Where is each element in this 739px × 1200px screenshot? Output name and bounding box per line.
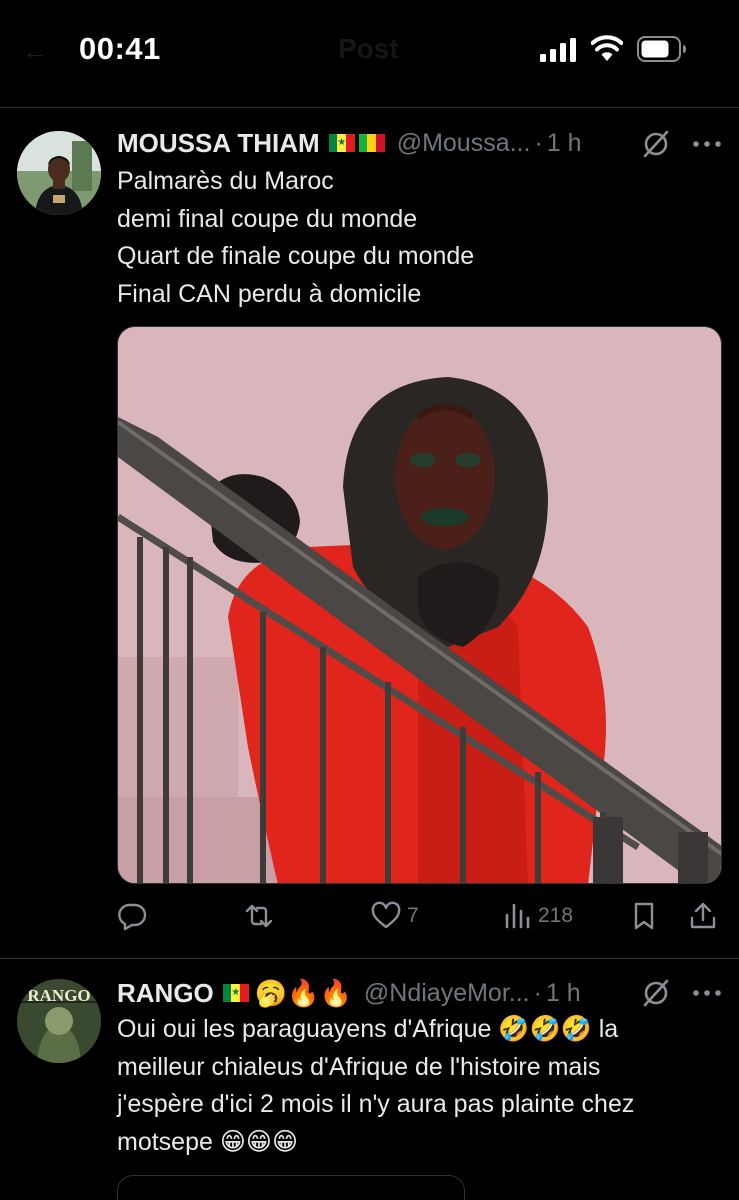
flags: ★ bbox=[222, 984, 249, 1002]
reply-button[interactable] bbox=[117, 893, 153, 939]
views-count: 218 bbox=[538, 904, 574, 927]
avatar[interactable]: RANGO bbox=[17, 979, 101, 1063]
name-emojis: 🥱🔥🔥 bbox=[254, 978, 352, 1008]
flags: ★ bbox=[328, 134, 385, 152]
views-icon bbox=[505, 903, 530, 929]
tweet-text-line: demi final coupe du monde bbox=[117, 204, 418, 233]
handle[interactable]: @NdiayeMor... bbox=[364, 979, 530, 1008]
tweet-text-line: Palmarès du Maroc bbox=[117, 167, 334, 195]
display-name[interactable]: RANGO bbox=[117, 978, 214, 1009]
like-button[interactable]: 7 bbox=[371, 893, 419, 939]
tweet-1[interactable]: MOUSSA THIAM ★ @Moussa... · 1 h Palmarès… bbox=[0, 0, 739, 958]
media-card-preview[interactable] bbox=[117, 1175, 465, 1200]
more-icon[interactable] bbox=[692, 988, 722, 998]
avatar-label: RANGO bbox=[27, 986, 90, 1005]
avatar-photo: RANGO bbox=[17, 979, 101, 1063]
tweet-media-photo[interactable] bbox=[117, 326, 722, 884]
timestamp[interactable]: 1 h bbox=[547, 129, 582, 158]
tweet-header: MOUSSA THIAM ★ @Moussa... · 1 h bbox=[117, 125, 727, 161]
avatar-photo bbox=[17, 131, 101, 215]
share-icon bbox=[690, 902, 716, 929]
tweet-text-line: meilleur chialeus d'Afrique de l'histoir… bbox=[117, 1052, 601, 1081]
separator: · bbox=[533, 978, 542, 1007]
display-name[interactable]: MOUSSA THIAM bbox=[117, 128, 320, 159]
tweet-2[interactable]: RANGO RANGO ★ 🥱🔥🔥 @NdiayeMor... · 1 h Ou… bbox=[0, 959, 739, 1200]
grok-icon[interactable] bbox=[641, 129, 671, 159]
reply-icon bbox=[118, 903, 147, 931]
like-count: 7 bbox=[407, 904, 419, 927]
grok-icon[interactable] bbox=[641, 978, 671, 1008]
tweet-text-line: Oui oui les paraguayens d'Afrique 🤣🤣🤣 la bbox=[117, 1015, 619, 1043]
handle[interactable]: @Moussa... bbox=[397, 129, 531, 158]
tweet-actions: 7 218 bbox=[117, 893, 722, 939]
views-button[interactable]: 218 bbox=[502, 893, 573, 939]
mali-flag-icon bbox=[358, 134, 385, 152]
repost-button[interactable] bbox=[244, 893, 280, 939]
tweet-text-line: Final CAN perdu à domicile bbox=[117, 279, 422, 308]
repost-icon bbox=[245, 904, 273, 928]
tweet-text: Palmarès du Maroc demi final coupe du mo… bbox=[117, 163, 717, 313]
timestamp[interactable]: 1 h bbox=[546, 979, 581, 1008]
bookmark-icon bbox=[634, 902, 654, 930]
tweet-text-line: motsepe 😁😁😁 bbox=[117, 1127, 299, 1156]
separator: · bbox=[534, 128, 543, 157]
tweet-text-line: Quart de finale coupe du monde bbox=[117, 242, 475, 270]
senegal-flag-icon: ★ bbox=[222, 984, 249, 1002]
tweet-header: RANGO ★ 🥱🔥🔥 @NdiayeMor... · 1 h bbox=[117, 975, 727, 1011]
tweet-text: Oui oui les paraguayens d'Afrique 🤣🤣🤣 la… bbox=[117, 1011, 727, 1161]
tweet-text-line: j'espère d'ici 2 mois il n'y aura pas pl… bbox=[117, 1090, 635, 1118]
like-icon bbox=[371, 901, 401, 929]
share-button[interactable] bbox=[688, 893, 718, 939]
senegal-flag-icon: ★ bbox=[328, 134, 355, 152]
photo-illustration bbox=[118, 327, 721, 883]
avatar[interactable] bbox=[17, 131, 101, 215]
bookmark-button[interactable] bbox=[629, 893, 659, 939]
more-icon[interactable] bbox=[692, 139, 722, 149]
